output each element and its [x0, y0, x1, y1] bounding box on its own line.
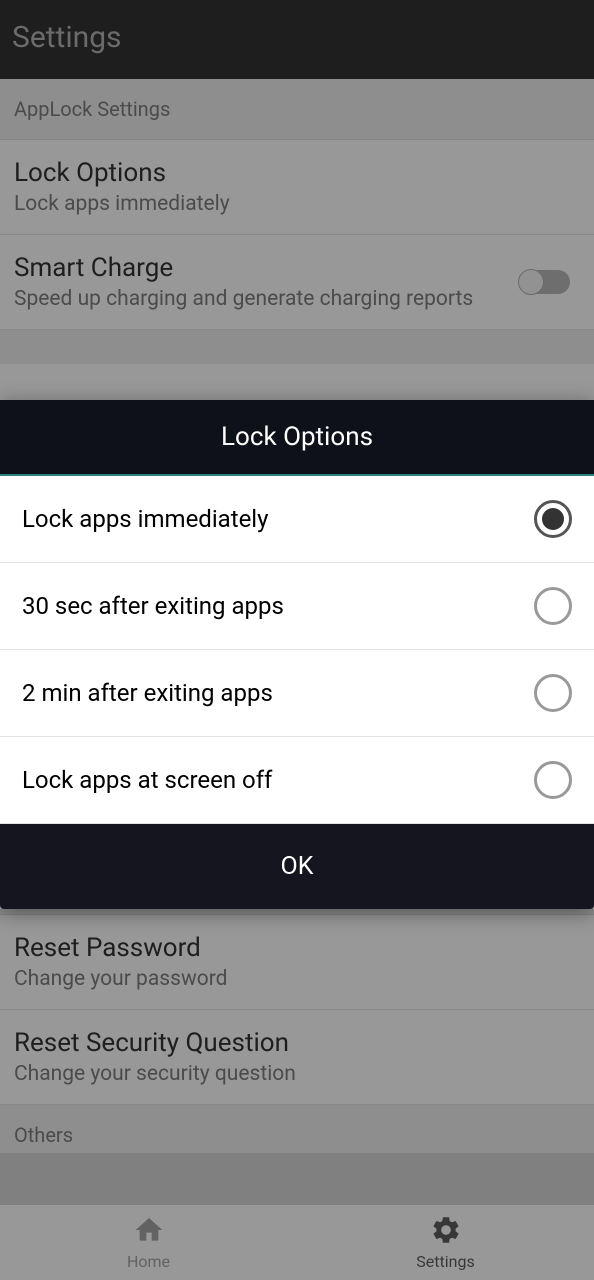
modal-title: Lock Options: [22, 422, 572, 452]
setting-subtitle: Speed up charging and generate charging …: [14, 287, 520, 311]
modal-header: Lock Options: [0, 400, 594, 476]
app-header: Settings: [0, 0, 594, 79]
setting-smart-charge[interactable]: Smart Charge Speed up charging and gener…: [0, 235, 594, 330]
setting-title: Reset Security Question: [14, 1028, 580, 1058]
bottom-nav: Home Settings: [0, 1205, 594, 1280]
option-label: Lock apps at screen off: [22, 766, 272, 794]
modal-option-2min[interactable]: 2 min after exiting apps: [0, 650, 594, 737]
smart-charge-toggle[interactable]: [520, 270, 570, 294]
page-title: Settings: [12, 20, 582, 55]
setting-subtitle: Change your password: [14, 967, 580, 991]
button-label: OK: [281, 852, 314, 881]
nav-label: Home: [127, 1252, 170, 1271]
setting-reset-question[interactable]: Reset Security Question Change your secu…: [0, 1010, 594, 1105]
home-icon: [133, 1214, 165, 1250]
modal-option-30sec[interactable]: 30 sec after exiting apps: [0, 563, 594, 650]
modal-option-screenoff[interactable]: Lock apps at screen off: [0, 737, 594, 824]
ok-button[interactable]: OK: [0, 824, 594, 909]
setting-subtitle: Change your security question: [14, 1062, 580, 1086]
radio-selected-icon: [534, 500, 572, 538]
modal-option-immediately[interactable]: Lock apps immediately: [0, 476, 594, 563]
setting-reset-password[interactable]: Reset Password Change your password: [0, 915, 594, 1010]
gear-icon: [430, 1214, 462, 1250]
setting-title: Lock Options: [14, 158, 580, 188]
option-label: 30 sec after exiting apps: [22, 592, 284, 620]
setting-lock-options[interactable]: Lock Options Lock apps immediately: [0, 140, 594, 235]
option-label: Lock apps immediately: [22, 505, 269, 533]
section-header-applock: AppLock Settings: [0, 79, 594, 140]
lock-options-modal: Lock Options Lock apps immediately 30 se…: [0, 400, 594, 909]
setting-title: Smart Charge: [14, 253, 520, 283]
option-label: 2 min after exiting apps: [22, 679, 273, 707]
radio-unselected-icon: [534, 761, 572, 799]
nav-settings[interactable]: Settings: [297, 1205, 594, 1280]
nav-home[interactable]: Home: [0, 1205, 297, 1280]
nav-label: Settings: [416, 1252, 474, 1271]
section-header-others: Others: [0, 1105, 594, 1153]
radio-unselected-icon: [534, 674, 572, 712]
toggle-knob: [518, 269, 544, 295]
setting-title: Reset Password: [14, 933, 580, 963]
radio-unselected-icon: [534, 587, 572, 625]
setting-subtitle: Lock apps immediately: [14, 192, 580, 216]
spacer: [0, 330, 594, 364]
